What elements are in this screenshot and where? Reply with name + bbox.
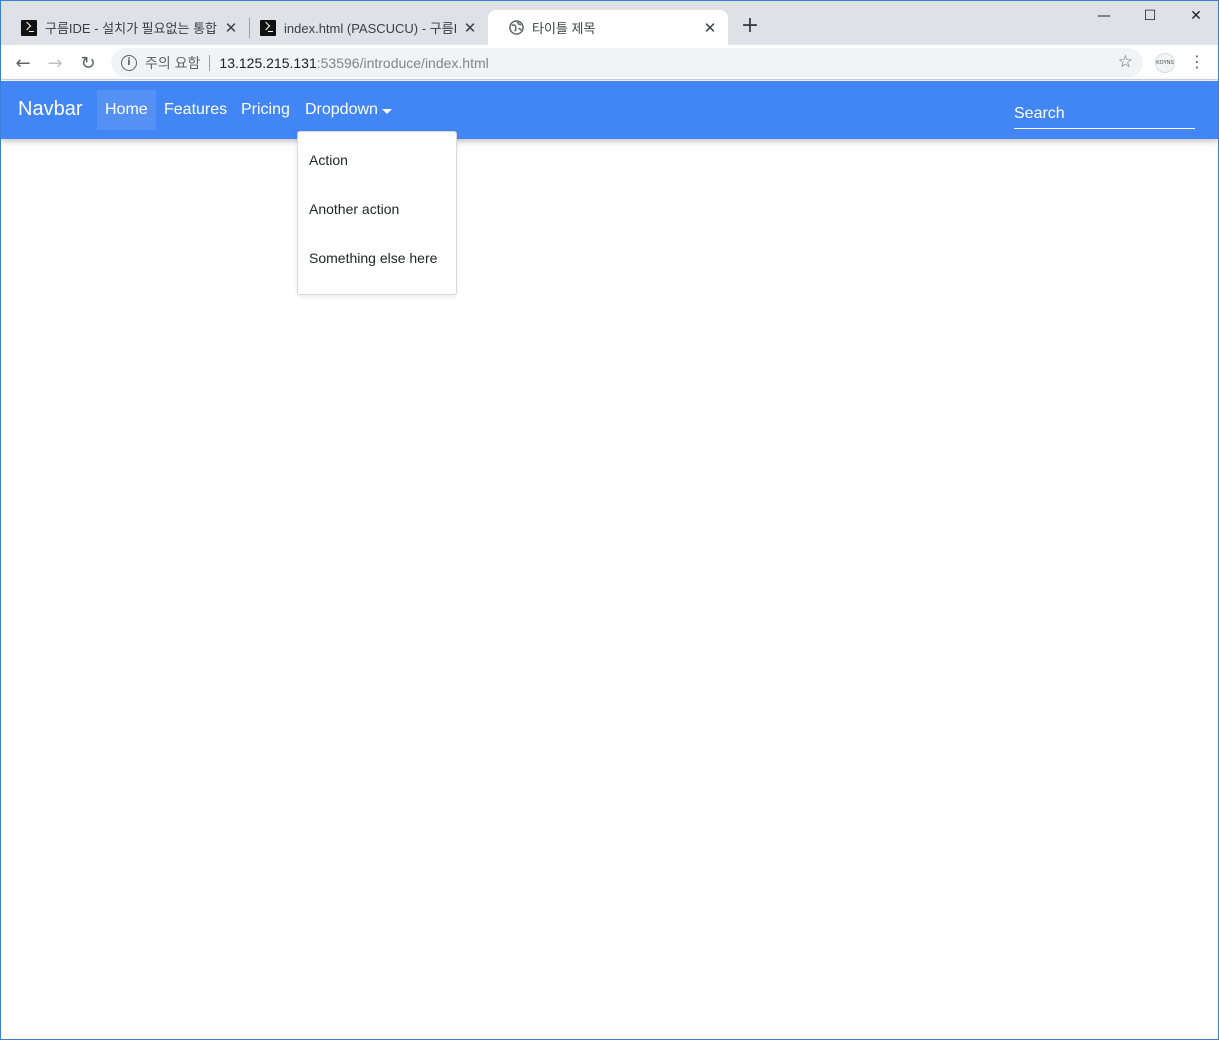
nav-item-label: Features: [164, 101, 228, 118]
minimize-button[interactable]: —: [1081, 5, 1127, 27]
tab-goorm-ide[interactable]: 구름IDE - 설치가 필요없는 통합 ✕: [1, 10, 249, 45]
reload-button[interactable]: ↻: [76, 51, 100, 75]
close-window-button[interactable]: ✕: [1173, 5, 1218, 27]
security-label[interactable]: 주의 요함: [145, 53, 200, 73]
nav-item-label: Home: [105, 101, 148, 118]
tab-title: 타이틀 제목: [532, 21, 596, 36]
back-button[interactable]: ←: [11, 51, 35, 75]
new-tab-button[interactable]: +: [739, 15, 761, 38]
browser-window: 구름IDE - 설치가 필요없는 통합 ✕ index.html (PASCUC…: [0, 0, 1219, 1040]
tab-close-icon[interactable]: ✕: [462, 19, 478, 37]
info-icon[interactable]: i: [121, 54, 137, 71]
nav-item-dropdown[interactable]: Dropdown: [297, 90, 400, 130]
url-host: 13.125.215.131: [219, 54, 317, 71]
nav-item-pricing[interactable]: Pricing: [233, 90, 298, 130]
tab-index-html[interactable]: index.html (PASCUCU) - 구름IDE ✕: [240, 10, 488, 45]
tab-close-icon[interactable]: ✕: [702, 19, 718, 37]
dropdown-item-action[interactable]: Action: [298, 138, 456, 187]
browser-menu-icon[interactable]: ⋮: [1189, 53, 1205, 73]
navbar-brand[interactable]: Navbar: [18, 98, 82, 121]
omnibox-divider: [209, 54, 211, 71]
maximize-button[interactable]: ☐: [1127, 5, 1173, 27]
nav-item-label: Dropdown: [305, 101, 378, 118]
extension-icon[interactable]: KOYNS: [1155, 53, 1175, 73]
nav-item-label: Pricing: [241, 101, 290, 118]
nav-item-home[interactable]: Home: [97, 90, 156, 130]
caret-down-icon: [381, 108, 392, 114]
tab-active-page[interactable]: 타이틀 제목 ✕: [488, 10, 728, 45]
nav-item-features[interactable]: Features: [156, 90, 235, 130]
terminal-icon: [21, 19, 37, 36]
browser-toolbar: ← → ↻ i 주의 요함 13.125.215.131:53596/intro…: [1, 45, 1218, 80]
tab-close-icon[interactable]: ✕: [223, 19, 239, 37]
page-viewport: Navbar Home Features Pricing Dropdown Ac…: [1, 81, 1218, 1039]
url-path: :53596/introduce/index.html: [316, 54, 489, 71]
tab-title: 구름IDE - 설치가 필요없는 통합: [45, 21, 217, 36]
globe-icon: [508, 20, 524, 36]
dropdown-menu: Action Another action Something else her…: [297, 131, 457, 295]
dropdown-item-something-else[interactable]: Something else here: [298, 236, 456, 285]
address-bar[interactable]: i 주의 요함 13.125.215.131:53596/introduce/i…: [111, 48, 1143, 77]
tab-strip: 구름IDE - 설치가 필요없는 통합 ✕ index.html (PASCUC…: [1, 1, 1218, 45]
navbar: Navbar Home Features Pricing Dropdown: [1, 81, 1218, 139]
forward-button[interactable]: →: [43, 51, 67, 75]
terminal-icon: [260, 19, 276, 36]
tab-title: index.html (PASCUCU) - 구름IDE: [284, 21, 456, 36]
search-input[interactable]: [1014, 99, 1195, 129]
bookmark-star-icon[interactable]: ☆: [1118, 52, 1133, 72]
dropdown-item-another-action[interactable]: Another action: [298, 187, 456, 236]
